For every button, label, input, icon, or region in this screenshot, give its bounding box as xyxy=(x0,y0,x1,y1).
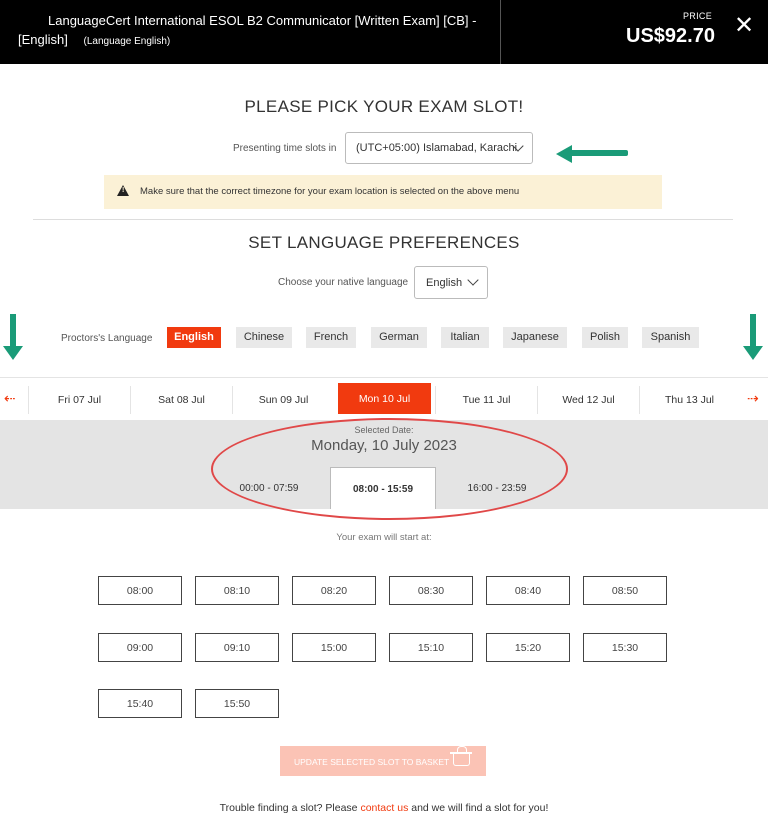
trouble-prefix: Trouble finding a slot? Please xyxy=(219,802,358,814)
slot-button[interactable]: 08:00 xyxy=(98,576,182,605)
proctor-chip-english[interactable]: English xyxy=(167,327,221,348)
start-time-label: Your exam will start at: xyxy=(336,532,432,543)
next-week-arrow-icon[interactable]: ⇢ xyxy=(747,390,759,407)
time-range-tab-night[interactable]: 00:00 - 07:59 xyxy=(216,467,322,509)
date-strip: ⇠ Fri 07 Jul Sat 08 Jul Sun 09 Jul Mon 1… xyxy=(0,377,768,421)
day-wed-12[interactable]: Wed 12 Jul xyxy=(537,386,639,414)
proctor-chip-spanish[interactable]: Spanish xyxy=(642,327,699,348)
selected-date-caption: Selected Date: xyxy=(354,425,414,435)
trouble-message: Trouble finding a slot? Please contact u… xyxy=(0,802,768,814)
proctor-chip-chinese[interactable]: Chinese xyxy=(236,327,292,348)
header-bar: LanguageCert International ESOL B2 Commu… xyxy=(0,0,768,64)
day-thu-13[interactable]: Thu 13 Jul xyxy=(639,386,739,414)
day-fri-07[interactable]: Fri 07 Jul xyxy=(28,386,130,414)
proctor-chip-polish[interactable]: Polish xyxy=(582,327,628,348)
section-divider xyxy=(33,219,733,220)
proctor-chip-german[interactable]: German xyxy=(371,327,427,348)
slot-button[interactable]: 09:10 xyxy=(195,633,279,662)
native-language-dropdown[interactable]: English xyxy=(414,266,488,299)
time-range-tab-evening[interactable]: 16:00 - 23:59 xyxy=(444,467,550,509)
proctor-chip-italian[interactable]: Italian xyxy=(441,327,489,348)
slot-button[interactable]: 15:50 xyxy=(195,689,279,718)
slot-button[interactable]: 08:10 xyxy=(195,576,279,605)
slot-button[interactable]: 08:20 xyxy=(292,576,376,605)
basket-icon xyxy=(450,746,472,766)
contact-us-link[interactable]: contact us xyxy=(360,802,408,814)
product-language: [English] xyxy=(18,32,68,47)
selected-date-value: Monday, 10 July 2023 xyxy=(311,437,457,454)
slot-button[interactable]: 15:10 xyxy=(389,633,473,662)
day-sat-08[interactable]: Sat 08 Jul xyxy=(130,386,232,414)
warning-text: Make sure that the correct timezone for … xyxy=(140,186,520,197)
proctor-chip-japanese[interactable]: Japanese xyxy=(503,327,567,348)
header-divider xyxy=(500,0,501,64)
slot-button[interactable]: 08:50 xyxy=(583,576,667,605)
slot-button[interactable]: 15:30 xyxy=(583,633,667,662)
native-language-label: Choose your native language xyxy=(278,277,409,288)
slot-button[interactable]: 09:00 xyxy=(98,633,182,662)
selected-date-panel: Selected Date: Monday, 10 July 2023 00:0… xyxy=(0,421,768,509)
trouble-suffix: and we will find a slot for you! xyxy=(411,802,549,814)
time-range-tab-day[interactable]: 08:00 - 15:59 xyxy=(330,467,436,509)
proctor-chip-french[interactable]: French xyxy=(306,327,356,348)
language-prefs-heading: SET LANGUAGE PREFERENCES xyxy=(248,233,520,252)
product-title: LanguageCert International ESOL B2 Commu… xyxy=(48,13,477,28)
timezone-label: Presenting time slots in xyxy=(233,143,337,154)
slot-button[interactable]: 08:40 xyxy=(486,576,570,605)
chevron-down-icon xyxy=(467,274,479,286)
warning-icon xyxy=(117,185,129,196)
close-icon[interactable]: ✕ xyxy=(734,11,754,40)
price-value: US$92.70 xyxy=(626,25,715,47)
product-title-line2: [English] (Language English) xyxy=(18,32,170,47)
annotation-arrow-shaft xyxy=(570,150,628,156)
day-tue-11[interactable]: Tue 11 Jul xyxy=(435,386,537,414)
slot-button[interactable]: 15:40 xyxy=(98,689,182,718)
timezone-warning: Make sure that the correct timezone for … xyxy=(104,175,662,209)
timezone-value: (UTC+05:00) Islamabad, Karachi xyxy=(356,142,518,154)
slot-button[interactable]: 15:20 xyxy=(486,633,570,662)
native-language-value: English xyxy=(426,277,463,289)
slot-button[interactable]: 08:30 xyxy=(389,576,473,605)
prev-week-arrow-icon[interactable]: ⇠ xyxy=(4,390,16,407)
annotation-arrow-down-icon xyxy=(3,314,23,360)
slot-button[interactable]: 15:00 xyxy=(292,633,376,662)
day-mon-10[interactable]: Mon 10 Jul xyxy=(338,383,431,414)
proctor-language-chips: English Chinese French German Italian Ja… xyxy=(0,327,768,349)
exam-slot-heading: PLEASE PICK YOUR EXAM SLOT! xyxy=(244,97,524,116)
update-basket-label: UPDATE SELECTED SLOT TO BASKET xyxy=(294,757,450,767)
annotation-arrow-down-icon xyxy=(743,314,763,360)
timezone-dropdown[interactable]: (UTC+05:00) Islamabad, Karachi xyxy=(345,132,533,164)
price-label: PRICE xyxy=(683,11,713,21)
update-basket-button[interactable]: UPDATE SELECTED SLOT TO BASKET xyxy=(280,746,486,776)
day-sun-09[interactable]: Sun 09 Jul xyxy=(232,386,334,414)
product-language-sub: (Language English) xyxy=(83,36,171,47)
